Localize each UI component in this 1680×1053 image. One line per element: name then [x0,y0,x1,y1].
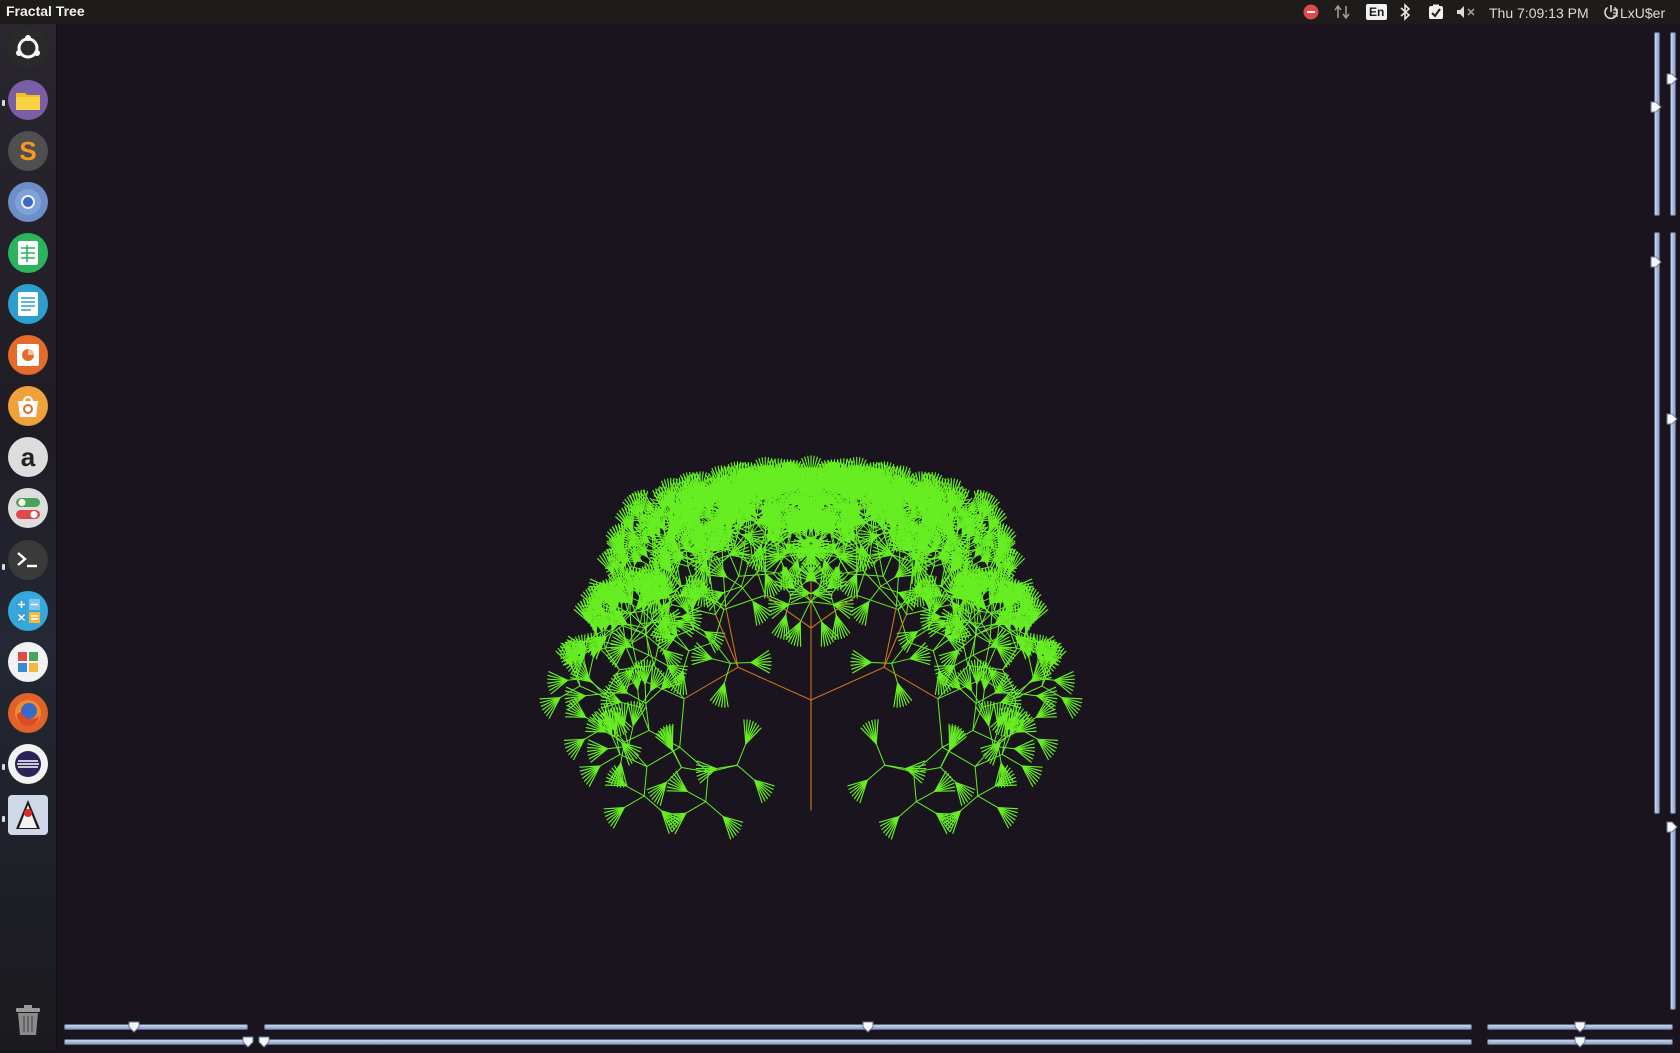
fractal-tree [57,24,1660,1024]
chromium-icon[interactable] [8,182,48,222]
libreoffice-impress-icon[interactable] [8,335,48,375]
tree-branch [726,606,738,667]
tree-twig [624,796,644,808]
tree-branch [738,667,811,700]
sublime-text-icon[interactable]: S [8,131,48,171]
files-icon[interactable] [8,80,48,120]
tree-twig [645,684,646,704]
tree-twig [724,595,765,609]
tree-branch [884,606,896,667]
mute-icon[interactable] [1456,2,1478,22]
tree-twig [737,765,755,780]
eclipse-icon[interactable] [8,744,48,784]
stop-icon[interactable] [1303,2,1319,22]
java-duke-icon[interactable] [8,795,48,835]
tree-twig [640,679,684,699]
tree-twig [933,651,939,671]
tree-twig [625,730,650,742]
tree-twig [730,663,751,664]
tree-twig [766,490,767,505]
tree-twig [724,663,730,683]
tree-twig [871,663,892,664]
libreoffice-writer-icon[interactable] [8,284,48,324]
tree-twig [800,602,810,623]
tree-twig [869,587,881,602]
tree-leaf [615,713,616,737]
tree-twig [626,635,646,647]
clock[interactable]: Thu 7:09:13 PM [1489,3,1589,23]
language-indicator[interactable]: En [1366,2,1387,22]
tree-twig [627,693,646,703]
tree-twig [626,786,645,796]
tree-twig [600,754,620,766]
tree-twig [687,791,706,801]
network-icon[interactable] [1334,2,1352,22]
tree-twig [649,655,668,665]
tree-twig [629,726,634,747]
user-name[interactable]: LxU$er [1620,3,1665,23]
calculator-icon[interactable] [8,591,48,631]
top-panel: Fractal Tree En Thu 7:09:13 PM LxU$er [0,0,1680,24]
tree-twig [737,744,746,765]
tree-branch [811,667,884,700]
trash-icon[interactable] [8,1000,48,1040]
libreoffice-calc-icon[interactable] [8,233,48,273]
tree-twig [646,689,662,703]
fractal-tree-canvas[interactable] [57,24,1660,1024]
terminal-icon[interactable] [8,540,48,580]
tree-twig [683,651,689,671]
tree-twig [680,699,684,748]
app-title: Fractal Tree [6,3,85,19]
tree-branch [684,667,738,699]
tree-twig [706,802,724,817]
firefox-icon[interactable] [8,693,48,733]
power-icon[interactable] [1603,2,1619,22]
tree-twig [741,587,753,602]
ubuntu-dash-icon[interactable] [8,28,48,68]
tree-branch [811,595,857,628]
ubuntu-software-icon[interactable] [8,386,48,426]
system-settings-icon[interactable] [8,488,48,528]
tree-twig [644,767,647,796]
updates-icon[interactable] [1428,2,1444,22]
tree-twig [589,657,594,678]
app-grid-icon[interactable] [8,642,48,682]
amazon-icon[interactable]: a [8,437,48,477]
tree-twig [812,602,822,623]
tree-twig [857,595,898,609]
tree-twig [647,747,680,766]
tree-twig [689,642,714,651]
tree-leaf [693,524,713,525]
tree-leaf [672,724,673,748]
tree-twig [686,802,706,814]
bluetooth-icon[interactable] [1398,2,1412,22]
launcher: S a [0,24,57,1050]
